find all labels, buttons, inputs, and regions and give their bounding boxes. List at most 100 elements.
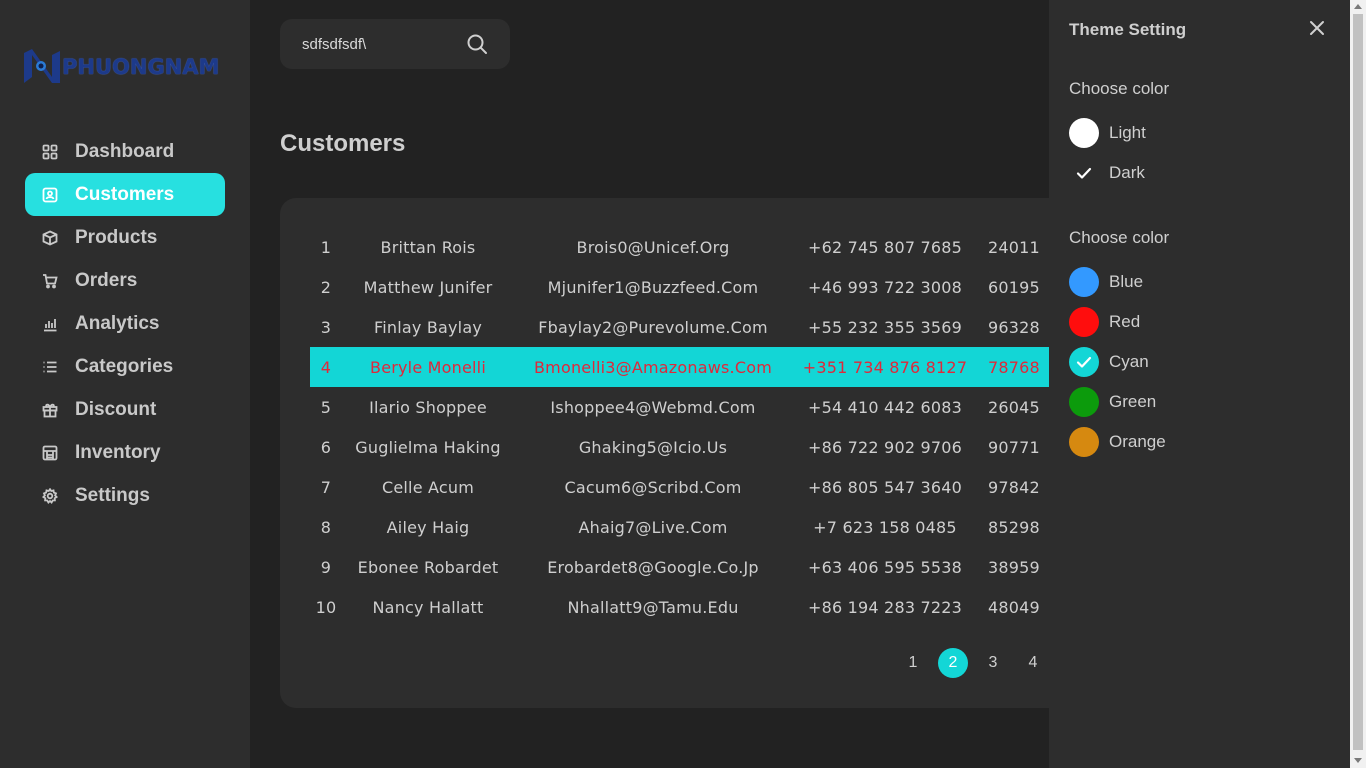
table-row[interactable]: 5 Ilario Shoppee Ishoppee4@Webmd.Com +54…: [310, 387, 1080, 427]
check-icon: [1076, 356, 1092, 368]
color-option-green[interactable]: Green: [1069, 387, 1156, 417]
cell-email: Fbaylay2@Purevolume.Com: [538, 317, 768, 337]
cell-email: Ghaking5@Icio.Us: [578, 437, 728, 457]
color-section-label: Choose color: [1069, 228, 1170, 247]
cart-icon: [41, 272, 59, 290]
cell-email: Bmonelli3@Amazonaws.Com: [534, 357, 772, 377]
cell-id: 4: [320, 357, 332, 377]
brand-logo[interactable]: PHUONGNAM: [22, 46, 232, 86]
sidebar-item-label: Dashboard: [75, 140, 175, 162]
color-option-blue[interactable]: Blue: [1069, 267, 1143, 297]
sidebar-item-label: Inventory: [75, 441, 161, 463]
mode-option-label: Dark: [1109, 163, 1145, 182]
contact-card-icon: [41, 186, 59, 204]
sidebar-item-label: Products: [75, 226, 158, 248]
color-option-label: Green: [1109, 392, 1157, 411]
check-icon: [1069, 158, 1099, 188]
table-row[interactable]: 10 Nancy Hallatt Nhallatt9@Tamu.Edu +86 …: [310, 587, 1080, 627]
warehouse-icon: [41, 444, 59, 462]
panel-title: Theme Setting: [1069, 20, 1187, 39]
sidebar-item-analytics[interactable]: Analytics: [25, 302, 225, 345]
cell-phone: +63 406 595 5538: [807, 557, 963, 577]
cell-email: Cacum6@Scribd.Com: [564, 477, 742, 497]
color-option-cyan[interactable]: Cyan: [1069, 347, 1149, 377]
cell-email: Nhallatt9@Tamu.Edu: [567, 597, 739, 617]
table-row-selected[interactable]: 4 Beryle Monelli Bmonelli3@Amazonaws.Com…: [310, 347, 1080, 387]
mode-option-label: Light: [1109, 123, 1146, 142]
color-option-red[interactable]: Red: [1069, 307, 1140, 337]
blue-swatch: [1069, 267, 1099, 297]
sidebar-nav: Dashboard Customers Products Orders Anal…: [25, 130, 225, 517]
table-row[interactable]: 9 Ebonee Robardet Erobardet8@Google.Co.J…: [310, 547, 1080, 587]
cell-id: 1: [320, 237, 332, 257]
customers-table: 1 Brittan Rois Brois0@Unicef.Org +62 745…: [310, 227, 1080, 627]
search-icon[interactable]: [466, 33, 488, 55]
sidebar-item-dashboard[interactable]: Dashboard: [25, 130, 225, 173]
mode-option-light[interactable]: Light: [1069, 118, 1146, 148]
close-icon[interactable]: [1307, 18, 1327, 38]
cell-id: 9: [320, 557, 332, 577]
cell-name: Ailey Haig: [386, 517, 470, 537]
list-icon: [41, 358, 59, 376]
sidebar-item-label: Categories: [75, 355, 174, 377]
cell-phone: +46 993 722 3008: [807, 277, 963, 297]
cell-phone: +86 722 902 9706: [807, 437, 963, 457]
mode-section-label: Choose color: [1069, 79, 1170, 98]
cell-email: Erobardet8@Google.Co.Jp: [547, 557, 759, 577]
cell-name: Nancy Hallatt: [372, 597, 484, 617]
sidebar-item-products[interactable]: Products: [25, 216, 225, 259]
orange-swatch: [1069, 427, 1099, 457]
cell-phone: +55 232 355 3569: [807, 317, 963, 337]
scroll-up-arrow-icon[interactable]: [1354, 4, 1362, 9]
cell-phone: +62 745 807 7685: [807, 237, 963, 257]
cell-name: Matthew Junifer: [363, 277, 493, 297]
cell-email: Brois0@Unicef.Org: [576, 237, 730, 257]
sidebar-item-orders[interactable]: Orders: [25, 259, 225, 302]
table-row[interactable]: 8 Ailey Haig Ahaig7@Live.Com +7 623 158 …: [310, 507, 1080, 547]
cell-id: 7: [320, 477, 332, 497]
cell-email: Ishoppee4@Webmd.Com: [550, 397, 756, 417]
cell-id: 3: [320, 317, 332, 337]
table-row[interactable]: 2 Matthew Junifer Mjunifer1@Buzzfeed.Com…: [310, 267, 1080, 307]
cell-name: Ilario Shoppee: [369, 397, 487, 417]
scroll-thumb[interactable]: [1353, 14, 1363, 750]
search-input[interactable]: [302, 35, 452, 53]
gift-icon: [41, 401, 59, 419]
sidebar-item-label: Customers: [75, 183, 175, 205]
page-button-1[interactable]: 1: [898, 648, 928, 678]
mode-option-dark[interactable]: Dark: [1069, 158, 1145, 188]
sidebar-item-settings[interactable]: Settings: [25, 474, 225, 517]
table-row[interactable]: 3 Finlay Baylay Fbaylay2@Purevolume.Com …: [310, 307, 1080, 347]
cell-phone: +54 410 442 6083: [807, 397, 963, 417]
page-button-4[interactable]: 4: [1018, 648, 1048, 678]
scroll-down-arrow-icon[interactable]: [1354, 758, 1362, 763]
table-row[interactable]: 6 Guglielma Haking Ghaking5@Icio.Us +86 …: [310, 427, 1080, 467]
page-scrollbar[interactable]: [1350, 0, 1366, 768]
sidebar-item-label: Discount: [75, 398, 157, 420]
sidebar-item-categories[interactable]: Categories: [25, 345, 225, 388]
color-option-orange[interactable]: Orange: [1069, 427, 1166, 457]
red-swatch: [1069, 307, 1099, 337]
page-title: Customers: [280, 130, 406, 157]
color-option-label: Blue: [1109, 272, 1144, 291]
color-option-label: Orange: [1109, 432, 1166, 451]
cell-name: Brittan Rois: [380, 237, 476, 257]
sidebar-item-label: Settings: [75, 484, 150, 506]
table-row[interactable]: 7 Celle Acum Cacum6@Scribd.Com +86 805 5…: [310, 467, 1080, 507]
page-button-3[interactable]: 3: [978, 648, 1008, 678]
sidebar-item-discount[interactable]: Discount: [25, 388, 225, 431]
sidebar-item-label: Analytics: [75, 312, 160, 334]
logo-text: PHUONGNAM: [62, 55, 220, 79]
table-row[interactable]: 1 Brittan Rois Brois0@Unicef.Org +62 745…: [310, 227, 1080, 267]
pagination: 1 2 3 4: [898, 648, 1058, 678]
color-option-label: Red: [1109, 312, 1141, 331]
sidebar-item-inventory[interactable]: Inventory: [25, 431, 225, 474]
cell-phone: +86 194 283 7223: [807, 597, 963, 617]
cyan-swatch: [1069, 347, 1099, 377]
gear-icon: [41, 487, 59, 505]
cell-id: 8: [320, 517, 332, 537]
cell-name: Celle Acum: [381, 477, 475, 497]
page-button-2-current[interactable]: 2: [938, 648, 968, 678]
bar-chart-icon: [41, 315, 59, 333]
sidebar-item-customers[interactable]: Customers: [25, 173, 225, 216]
